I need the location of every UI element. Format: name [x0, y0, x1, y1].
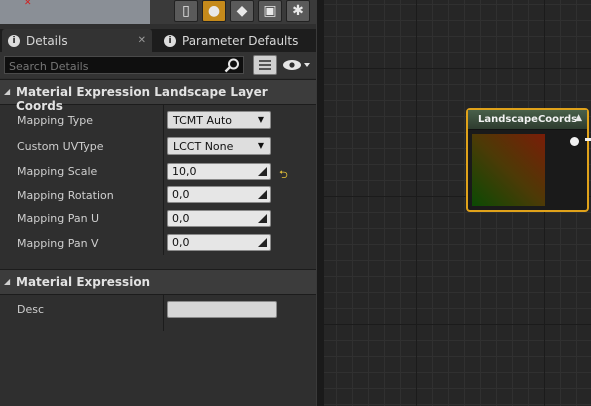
info-icon: i	[164, 34, 176, 47]
custom-uv-type-value: LCCT None	[173, 140, 234, 153]
mapping-type-dropdown[interactable]: TCMT Auto ▼	[167, 111, 271, 129]
cube-icon: ▣	[263, 3, 277, 19]
chevron-down-icon: ▼	[257, 141, 264, 150]
mapping-scale-value: 10,0	[172, 165, 197, 178]
reset-to-default-icon[interactable]: ⮌	[279, 166, 288, 185]
drag-handle-icon[interactable]	[258, 167, 267, 176]
mapping-rotation-value: 0,0	[172, 188, 190, 201]
mapping-type-value: TCMT Auto	[173, 114, 233, 127]
plane-preview-button[interactable]: ◆	[230, 0, 254, 22]
chevron-down-icon	[304, 63, 310, 67]
node-title: LandscapeCoords	[478, 114, 578, 125]
view-options-button[interactable]	[282, 57, 312, 73]
drag-handle-icon[interactable]	[258, 238, 267, 247]
cylinder-preview-button[interactable]: ▯	[174, 0, 198, 22]
collapse-arrow-icon: ◢	[4, 87, 11, 96]
cylinder-icon: ▯	[182, 3, 190, 19]
tab-details[interactable]: i Details ✕	[2, 29, 152, 52]
node-header[interactable]: LandscapeCoords ▲	[468, 110, 587, 130]
collapse-arrow-icon[interactable]: ▲	[575, 113, 582, 123]
desc-input[interactable]	[167, 301, 277, 318]
axis-marker-icon: ✕	[24, 0, 32, 8]
mapping-pan-u-field[interactable]: 0,0	[167, 210, 271, 227]
mapping-type-label: Mapping Type	[17, 114, 93, 127]
mapping-rotation-field[interactable]: 0,0	[167, 186, 271, 203]
custom-uv-type-label: Custom UVType	[17, 140, 104, 153]
column-divider[interactable]	[163, 295, 164, 331]
mapping-scale-label: Mapping Scale	[17, 165, 98, 178]
sphere-preview-button[interactable]: ●	[202, 0, 226, 22]
output-wire	[585, 138, 591, 141]
desc-label: Desc	[17, 303, 45, 316]
drag-handle-icon[interactable]	[258, 190, 267, 199]
landscape-coords-node[interactable]: LandscapeCoords ▲	[466, 108, 589, 212]
preview-viewport[interactable]: ✕	[0, 0, 150, 24]
mapping-scale-field[interactable]: 10,0	[167, 163, 271, 180]
mapping-pan-u-label: Mapping Pan U	[17, 212, 100, 225]
drag-handle-icon[interactable]	[258, 214, 267, 223]
custom-mesh-preview-button[interactable]: ✱	[286, 0, 310, 22]
preview-toolbar: ✕ ▯ ● ◆ ▣ ✱	[0, 0, 316, 24]
cube-preview-button[interactable]: ▣	[258, 0, 282, 22]
category-landscape-layer-coords[interactable]: ◢ Material Expression Landscape Layer Co…	[0, 79, 316, 113]
search-row	[0, 52, 316, 78]
output-pin[interactable]	[570, 137, 579, 146]
search-box	[4, 56, 244, 75]
mapping-pan-v-field[interactable]: 0,0	[167, 234, 271, 251]
info-icon: i	[8, 34, 20, 47]
tab-bar: i Details ✕ i Parameter Defaults	[0, 29, 316, 52]
tab-details-label: Details	[26, 33, 68, 48]
mapping-pan-u-value: 0,0	[172, 212, 190, 225]
plane-icon: ◆	[236, 3, 248, 19]
tab-parameter-defaults[interactable]: i Parameter Defaults	[158, 29, 314, 52]
chevron-down-icon: ▼	[257, 115, 264, 124]
list-icon	[259, 60, 271, 70]
collapse-arrow-icon: ◢	[4, 277, 11, 286]
search-icon[interactable]	[224, 58, 240, 73]
teapot-icon: ✱	[292, 3, 304, 19]
close-icon[interactable]: ✕	[138, 35, 152, 46]
custom-uv-type-dropdown[interactable]: LCCT None ▼	[167, 137, 271, 155]
panel-splitter[interactable]	[316, 0, 324, 406]
category-title: Material Expression Landscape Layer Coor…	[16, 85, 268, 113]
mapping-pan-v-label: Mapping Pan V	[17, 237, 99, 250]
property-matrix-button[interactable]	[253, 55, 277, 75]
category-title: Material Expression	[16, 275, 151, 289]
category-material-expression[interactable]: ◢ Material Expression	[0, 269, 316, 295]
search-input[interactable]	[5, 57, 226, 75]
column-divider[interactable]	[163, 105, 164, 255]
tab-parameter-defaults-label: Parameter Defaults	[182, 33, 299, 48]
node-preview-thumbnail	[472, 134, 545, 206]
sphere-icon: ●	[207, 3, 221, 19]
mapping-rotation-label: Mapping Rotation	[17, 189, 114, 202]
mapping-pan-v-value: 0,0	[172, 236, 190, 249]
